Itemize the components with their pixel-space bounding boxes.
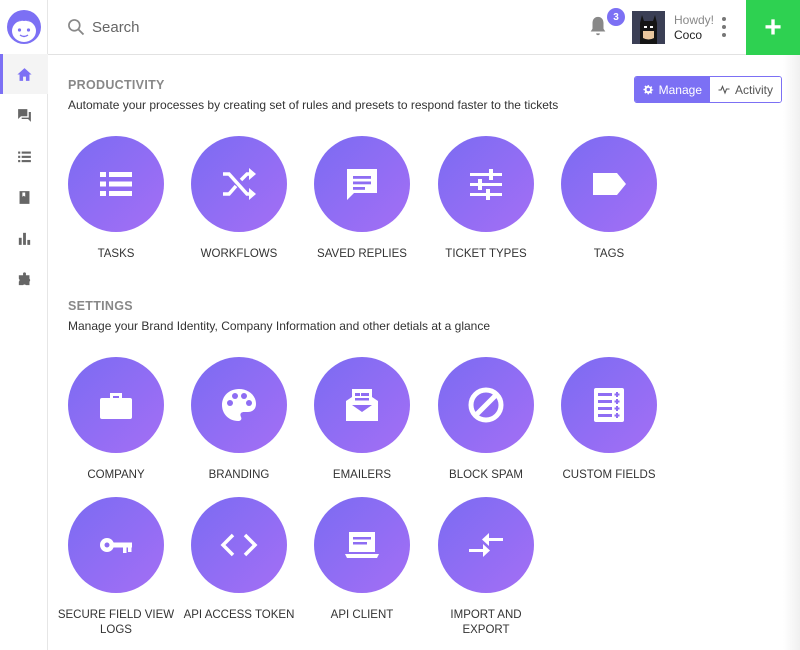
tile-label: IMPORT AND EXPORT [450,609,522,636]
tile-label: CUSTOM FIELDS [562,469,656,481]
tile-branding[interactable]: BRANDING [179,357,299,483]
bar-chart-icon [18,232,30,245]
form-icon [594,388,624,422]
tile-label: BLOCK SPAM [449,469,523,481]
more-options-icon[interactable] [716,15,732,39]
tile-secure-field-view-logs[interactable]: SECURE FIELD VIEW LOGS [56,497,176,638]
logo-icon[interactable] [4,6,44,48]
tile-import-and-export[interactable]: IMPORT AND EXPORT [426,497,546,638]
key-icon [100,538,132,553]
greeting-text: Howdy! [674,13,715,27]
productivity-description: Automate your processes by creating set … [68,98,559,112]
manage-label: Manage [658,82,702,97]
tile-label: WORKFLOWS [200,248,278,260]
notification-count-badge: 3 [607,8,625,26]
tile-api-access-token[interactable]: API ACCESS TOKEN [179,497,299,623]
shuffle-icon [223,168,256,200]
list-icon [17,151,31,162]
top-header: 3 Howdy! Coco + [48,0,800,55]
tile-label: SECURE FIELD VIEW LOGS [57,609,175,636]
search-input[interactable] [92,14,472,40]
laptop-icon [345,532,379,558]
home-icon [16,67,32,81]
tile-label: TICKET TYPES [445,248,527,260]
activity-icon [718,85,730,95]
sliders-icon [470,169,502,200]
book-icon [19,190,29,204]
sidebar-item-apps[interactable] [0,259,48,299]
avatar[interactable] [632,11,665,44]
gear-icon [643,85,654,95]
block-icon [468,387,504,423]
add-button[interactable]: + [746,0,800,55]
tile-label: EMAILERS [332,469,392,481]
sidebar [0,0,48,650]
tile-tasks[interactable]: TASKS [56,136,176,262]
sidebar-item-list[interactable] [0,136,48,176]
chat-icon [17,108,31,122]
productivity-title: PRODUCTIVITY [68,78,165,92]
tag-icon [593,173,626,195]
tile-emailers[interactable]: EMAILERS [302,357,422,483]
search-icon [68,19,85,36]
activity-tab[interactable]: Activity [710,77,781,102]
tile-saved-replies[interactable]: SAVED REPLIES [302,136,422,262]
tile-workflows[interactable]: WORKFLOWS [179,136,299,262]
tile-custom-fields[interactable]: CUSTOM FIELDS [549,357,669,483]
tile-label: BRANDING [208,469,270,481]
scroll-edge [783,55,800,650]
activity-label: Activity [734,82,773,97]
tile-api-client[interactable]: API CLIENT [302,497,422,623]
sidebar-item-reports[interactable] [0,218,48,258]
settings-description: Manage your Brand Identity, Company Info… [68,319,491,333]
briefcase-icon [100,393,132,419]
envelope-icon [346,389,378,421]
tile-label: API ACCESS TOKEN [183,609,295,621]
code-icon [220,533,258,557]
sidebar-item-book[interactable] [0,177,48,217]
tile-block-spam[interactable]: BLOCK SPAM [426,357,546,483]
sidebar-item-chat[interactable] [0,95,48,135]
manage-tab[interactable]: Manage [635,77,710,102]
settings-title: SETTINGS [68,299,133,313]
palette-icon [222,389,256,421]
manage-activity-toggle: Manage Activity [634,76,782,103]
tile-tags[interactable]: TAGS [549,136,669,262]
tile-label: TASKS [97,248,135,260]
tile-label: COMPANY [87,469,145,481]
puzzle-icon [18,271,30,285]
username[interactable]: Coco [674,28,702,42]
tile-ticket-types[interactable]: TICKET TYPES [426,136,546,262]
bell-icon [590,16,606,36]
tile-label: API CLIENT [330,609,394,621]
sidebar-item-home[interactable] [0,54,48,94]
tile-company[interactable]: COMPANY [56,357,176,483]
message-icon [347,169,377,200]
tile-label: TAGS [593,248,625,260]
list-icon [100,172,132,196]
transfer-icon [469,533,503,557]
tile-label: SAVED REPLIES [317,248,407,260]
